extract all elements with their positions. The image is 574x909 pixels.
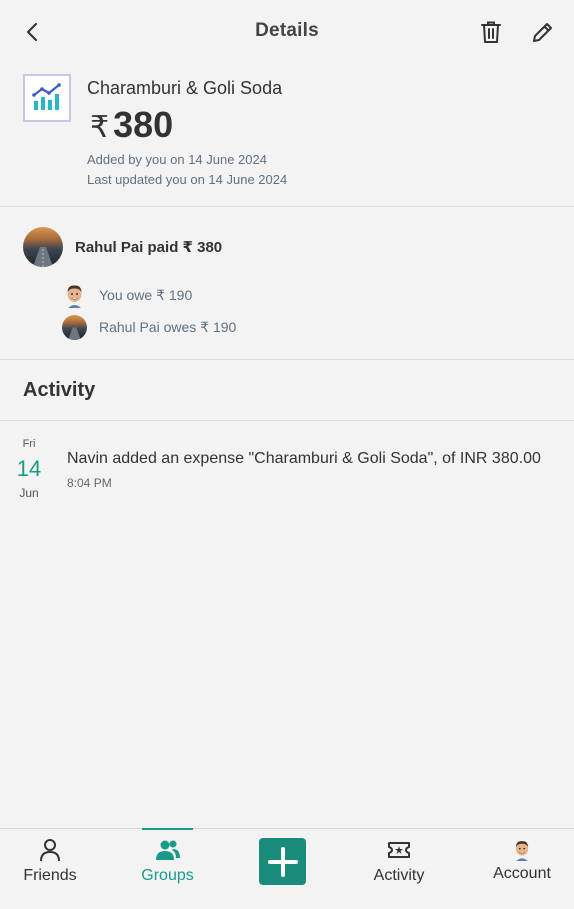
pencil-icon	[533, 23, 552, 42]
tab-account[interactable]: Account	[480, 829, 564, 909]
group-icon	[155, 840, 180, 860]
activity-time: 8:04 PM	[67, 476, 112, 490]
added-by-text: Added by you on 14 June 2024	[87, 152, 267, 167]
edit-button[interactable]	[528, 17, 558, 47]
tab-label: Groups	[141, 867, 194, 884]
activity-title: Activity	[23, 379, 96, 401]
memoji-icon	[515, 841, 529, 861]
person-icon	[40, 839, 60, 862]
amount-value: 380	[113, 104, 174, 145]
header-bar: Details	[0, 0, 574, 64]
road-photo-icon	[33, 247, 53, 267]
split-details: Rahul Pai paid ₹ 380 You owe ₹ 190 Rahul…	[0, 207, 574, 360]
trash-icon	[481, 21, 501, 43]
bottom-tab-bar: Friends Groups Activity Account	[0, 828, 574, 909]
memoji-icon	[67, 284, 82, 308]
tab-label: Activity	[373, 867, 425, 884]
chart-icon	[32, 83, 61, 110]
last-updated-text: Last updated you on 14 June 2024	[87, 172, 288, 187]
avatar	[62, 314, 87, 340]
expense-summary: Charamburi & Goli Soda ₹ 380 Added by yo…	[0, 64, 574, 207]
activity-month: Jun	[19, 486, 39, 500]
activity-weekday: Fri	[22, 438, 36, 450]
currency-symbol: ₹	[90, 111, 110, 144]
ticket-icon	[388, 842, 410, 858]
owe-text: Rahul Pai owes ₹ 190	[99, 318, 237, 335]
tab-label: Account	[493, 865, 551, 882]
payer-text: Rahul Pai paid ₹ 380	[75, 239, 223, 256]
tab-label: Friends	[23, 867, 77, 884]
road-photo-icon	[68, 327, 81, 340]
expense-amount: ₹ 380	[90, 104, 173, 146]
delete-button[interactable]	[476, 17, 506, 47]
avatar[interactable]	[23, 227, 63, 267]
tab-activity[interactable]: Activity	[360, 829, 438, 909]
activity-text: Navin added an expense "Charamburi & Gol…	[67, 450, 541, 467]
list-item[interactable]: Fri 14 Jun Navin added an expense "Chara…	[0, 421, 574, 511]
add-expense-button[interactable]	[259, 838, 306, 885]
category-tile	[23, 74, 71, 122]
plus-icon	[267, 846, 298, 877]
owe-row-you: You owe ₹ 190	[62, 282, 192, 308]
owe-text: You owe ₹ 190	[99, 286, 193, 303]
activity-day: 14	[16, 456, 42, 481]
owe-row-rahul: Rahul Pai owes ₹ 190	[62, 314, 236, 340]
activity-section-header: Activity	[0, 360, 574, 421]
expense-title: Charamburi & Goli Soda	[87, 78, 283, 98]
memoji-avatar	[62, 283, 87, 308]
tab-groups[interactable]: Groups	[141, 829, 194, 909]
tab-friends[interactable]: Friends	[0, 829, 100, 909]
